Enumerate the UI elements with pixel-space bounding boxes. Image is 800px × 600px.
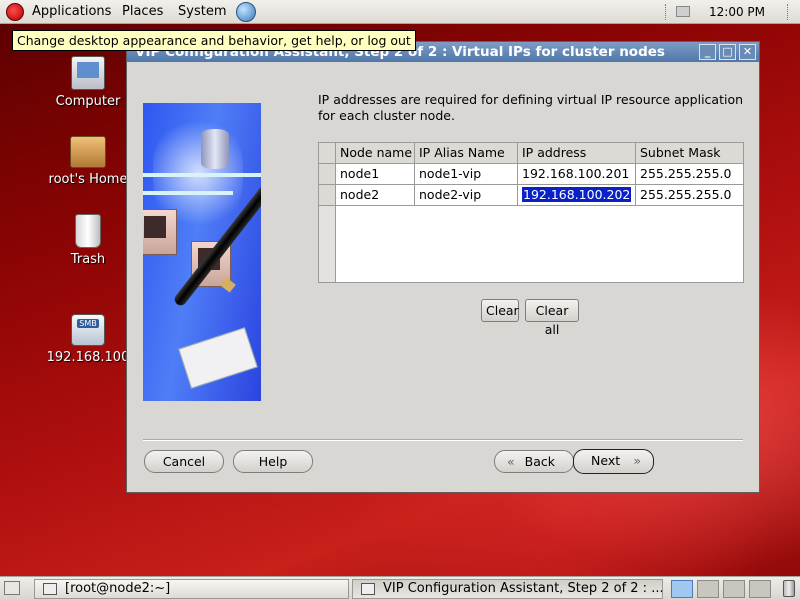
help-button[interactable]: Help [233,450,313,473]
back-button[interactable]: « Back [494,450,574,473]
table-cell[interactable]: node1-vip [415,164,518,185]
row-header[interactable] [319,185,336,206]
next-button[interactable]: Next » [573,449,654,474]
desktop-icon-label: root's Home [48,172,128,187]
row-header[interactable] [319,164,336,185]
virtual-ip-table: Node name IP Alias Name IP address Subne… [318,142,744,283]
table-cell[interactable]: 192.168.100.201 [518,164,636,185]
table-cell[interactable]: node1 [336,164,415,185]
panel-separator-end [787,4,789,20]
desktop-icon-label: Trash [70,252,106,267]
clear-button[interactable]: Clear [481,299,519,322]
home-folder-icon [70,136,106,168]
terminal-icon [43,583,57,595]
taskbar-item-label: [root@node2:~] [65,581,171,596]
trash-applet-icon[interactable] [783,580,795,597]
workspace-4[interactable] [749,580,771,598]
close-icon[interactable]: ✕ [739,44,756,60]
network-pipe [143,191,233,195]
menu-system[interactable]: System [178,4,226,19]
desktop-icon-label: 192.168.100 [46,350,130,365]
network-pipe [143,173,261,177]
clock[interactable]: 12:00 PM [709,5,765,19]
top-panel: Applications Places System 12:00 PM [0,0,800,24]
clear-all-button[interactable]: Clear all [525,299,579,337]
workspace-2[interactable] [697,580,719,598]
menu-places[interactable]: Places [122,4,163,19]
computer-icon [71,56,105,90]
taskbar-item-vip-assistant[interactable]: VIP Configuration Assistant, Step 2 of 2… [352,579,663,599]
row-header-gutter [319,206,336,282]
column-header[interactable]: Node name [336,143,415,164]
column-header[interactable]: IP address [518,143,636,164]
desktop-icon-smb-share[interactable]: SMB 192.168.100 [38,314,138,365]
wizard-illustration [143,103,261,401]
redhat-logo-icon[interactable] [6,3,24,21]
chevron-left-icon: « [507,454,515,469]
database-icon [201,129,229,169]
table-corner [319,143,336,164]
maximize-icon[interactable]: □ [719,44,736,60]
system-menu-tooltip: Change desktop appearance and behavior, … [12,30,416,51]
bottom-panel: [root@node2:~] VIP Configuration Assista… [0,576,800,600]
table-cell[interactable]: node2-vip [415,185,518,206]
terminal-icon [143,209,177,255]
menu-applications[interactable]: Applications [32,4,111,19]
smb-share-icon: SMB [71,314,105,346]
chevron-right-icon: » [633,453,641,468]
tray-applet-icon[interactable] [676,6,690,17]
trash-icon [75,214,101,248]
back-button-label: Back [524,454,555,469]
table-cell[interactable]: 255.255.255.0 [636,185,743,206]
vip-configuration-dialog: VIP Configuration Assistant, Step 2 of 2… [126,41,760,493]
step-description: IP addresses are required for defining v… [318,92,744,123]
selected-ip-text[interactable]: 192.168.100.202 [522,187,632,202]
smb-badge: SMB [77,319,99,328]
minimize-icon[interactable]: _ [699,44,716,60]
panel-separator [665,4,667,20]
table-cell[interactable]: 255.255.255.0 [636,164,743,185]
desktop-icon-label: Computer [55,94,121,109]
show-desktop-icon[interactable] [4,581,20,595]
column-header[interactable]: IP Alias Name [415,143,518,164]
desktop-icon-home[interactable]: root's Home [43,136,133,187]
network-globe-icon[interactable] [236,2,256,22]
workspace-3[interactable] [723,580,745,598]
column-header[interactable]: Subnet Mask [636,143,743,164]
next-button-label: Next [591,453,621,468]
table-cell-editing[interactable]: 192.168.100.202 [518,185,636,206]
table-cell[interactable]: node2 [336,185,415,206]
taskbar-item-label: VIP Configuration Assistant, Step 2 of 2… [383,581,663,596]
dialog-separator [143,439,743,441]
taskbar-item-terminal[interactable]: [root@node2:~] [34,579,349,599]
cancel-button[interactable]: Cancel [144,450,224,473]
paper-tag-icon [178,327,258,389]
window-icon [361,583,375,595]
workspace-1[interactable] [671,580,693,598]
desktop-icon-trash[interactable]: Trash [43,214,133,267]
desktop-icon-computer[interactable]: Computer [43,56,133,109]
